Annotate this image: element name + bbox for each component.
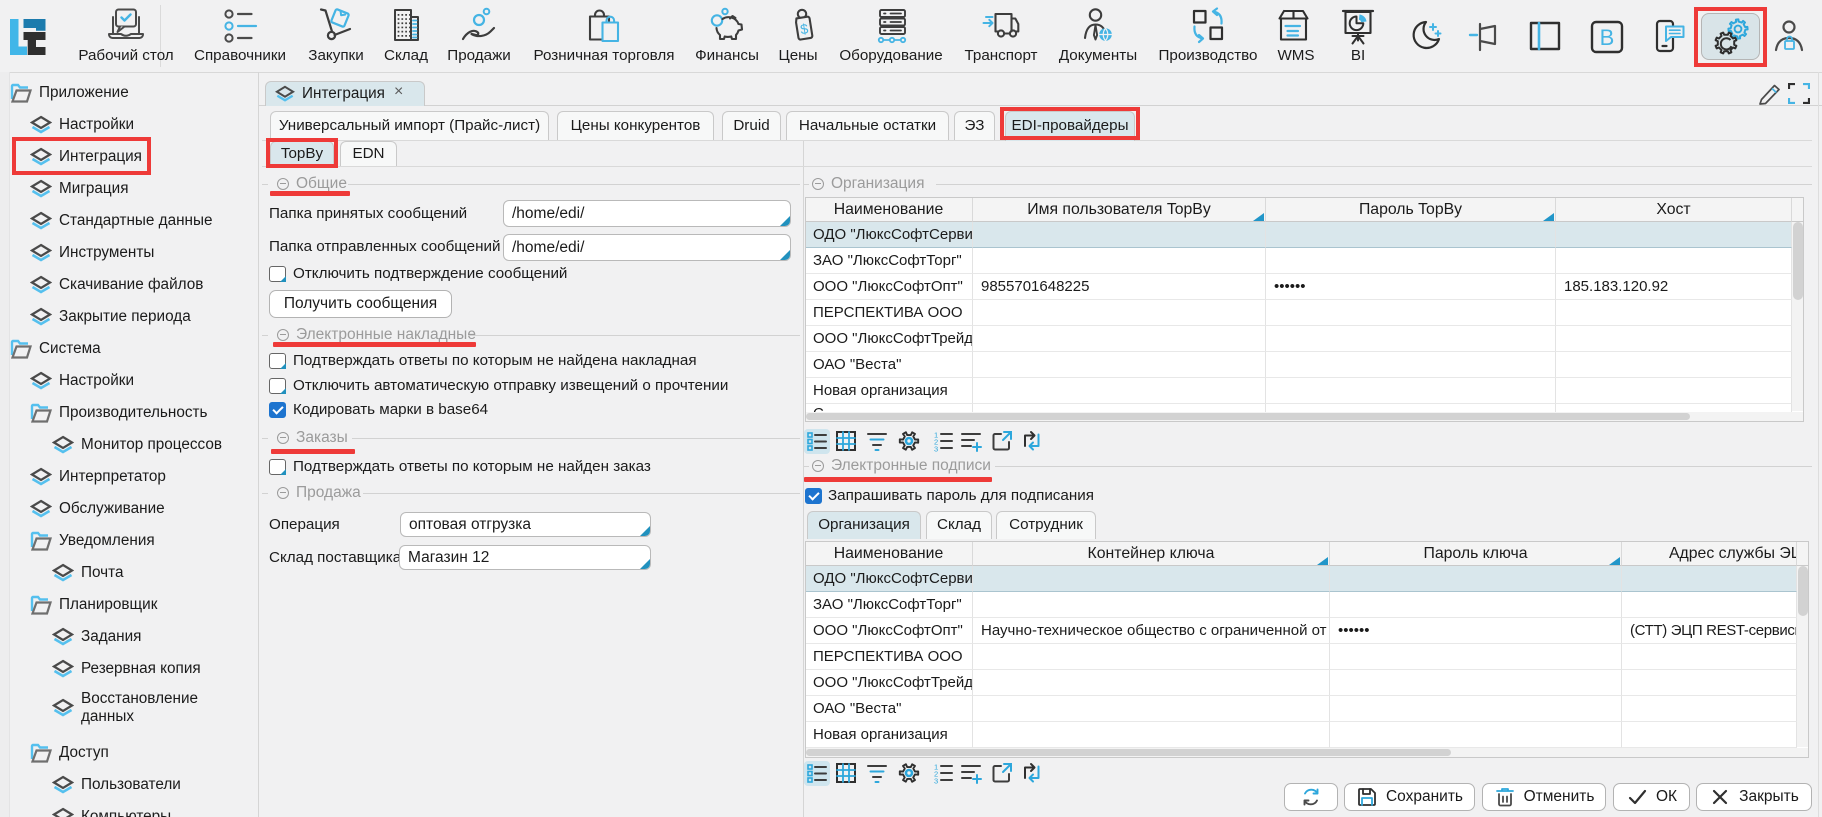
svg-text:3: 3 (934, 777, 938, 785)
svg-text:3: 3 (934, 445, 938, 453)
svg-text:B: B (1600, 25, 1615, 50)
